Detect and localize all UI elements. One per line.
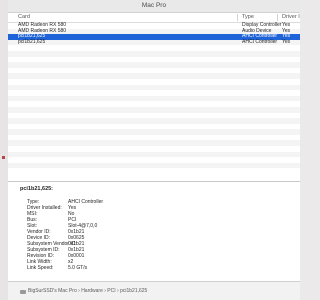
background-edge xyxy=(0,0,8,300)
system-information-window: Mac Pro Card Type Driver I AMD Radeon RX… xyxy=(8,0,300,300)
detail-title: pci1b21,625: xyxy=(20,186,54,192)
empty-row xyxy=(8,168,300,174)
background-marker xyxy=(2,156,5,159)
column-header-driver[interactable]: Driver I xyxy=(282,13,300,22)
computer-icon xyxy=(20,290,26,294)
path-breadcrumb[interactable]: BigSurSSD's Mac Pro › Hardware › PCI › p… xyxy=(28,288,147,295)
window-titlebar: Mac Pro xyxy=(8,0,300,13)
pci-card-list: AMD Radeon RX 580 Display Controller Yes… xyxy=(8,22,300,174)
property-value: 5.0 GT/s xyxy=(68,265,88,271)
detail-pane: pci1b21,625: Type: AHCI Controller Drive… xyxy=(8,182,300,281)
column-divider[interactable] xyxy=(277,14,278,21)
property-label: Link Speed: xyxy=(27,265,54,271)
path-bar: BigSurSSD's Mac Pro › Hardware › PCI › p… xyxy=(8,281,300,300)
column-divider[interactable] xyxy=(237,14,238,21)
window-title: Mac Pro xyxy=(141,2,167,9)
column-header-card[interactable]: Card xyxy=(18,13,30,22)
column-header-type[interactable]: Type xyxy=(242,13,254,22)
